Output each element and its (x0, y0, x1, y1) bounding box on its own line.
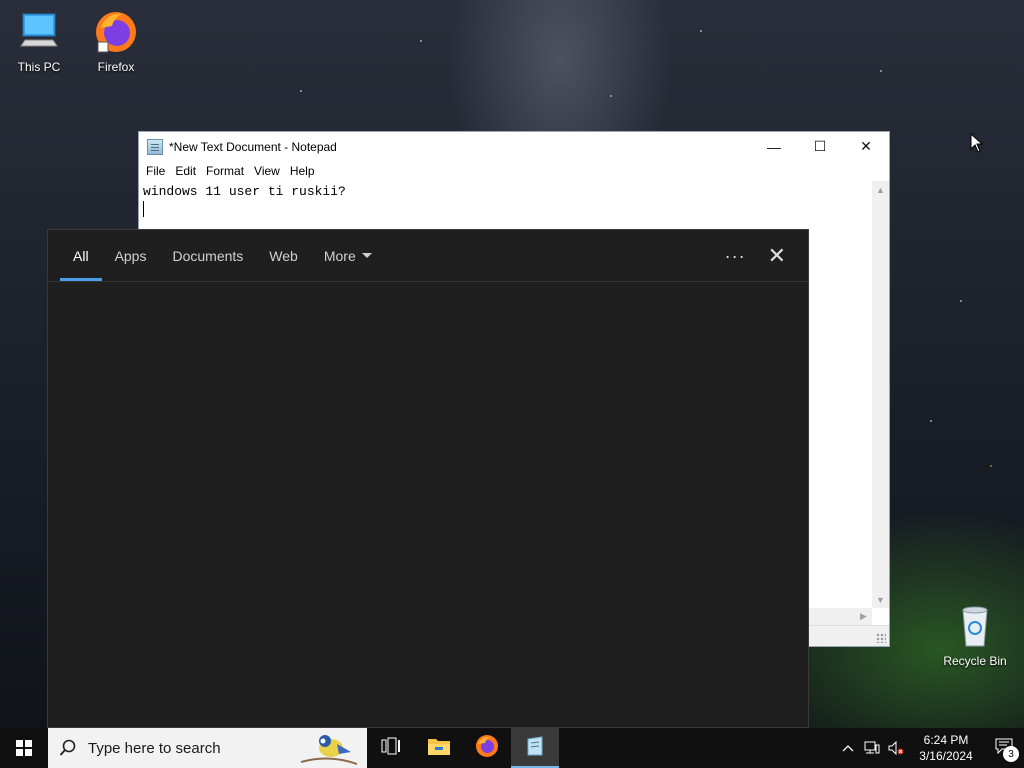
mouse-pointer-icon (970, 132, 984, 158)
notepad-icon (147, 138, 163, 155)
tab-documents[interactable]: Documents (159, 230, 256, 282)
file-explorer-icon (427, 736, 451, 761)
search-panel[interactable]: All Apps Documents Web More ··· ✕ (47, 229, 809, 728)
taskbar-search-box[interactable]: Type here to search (48, 728, 367, 768)
scroll-right-icon[interactable]: ▶ (855, 608, 872, 625)
tab-more-label: More (323, 247, 356, 264)
firefox-icon (92, 8, 140, 56)
scroll-up-icon[interactable]: ▲ (872, 181, 889, 198)
notepad-taskbar-button[interactable] (511, 728, 559, 768)
desktop-icon-this-pc[interactable]: This PC (3, 8, 75, 74)
windows-logo-icon (16, 740, 32, 756)
task-view-button[interactable] (367, 728, 415, 768)
desktop-icon-firefox[interactable]: Firefox (80, 8, 152, 74)
maximize-button[interactable]: ☐ (797, 132, 843, 161)
action-center-button[interactable]: 3 (984, 728, 1024, 768)
menu-view[interactable]: View (249, 164, 285, 178)
tab-more[interactable]: More (311, 230, 385, 282)
volume-muted-icon[interactable] (884, 728, 908, 768)
text-caret (143, 201, 144, 217)
menu-help[interactable]: Help (285, 164, 320, 178)
minimize-button[interactable]: — (751, 132, 797, 161)
recycle-bin-icon (951, 602, 999, 650)
taskbar-clock[interactable]: 6:24 PM 3/16/2024 (908, 732, 984, 764)
menu-edit[interactable]: Edit (170, 164, 201, 178)
taskbar: Type here to search 6:24 PM 3/16/2024 3 (0, 728, 1024, 768)
tab-all[interactable]: All (60, 230, 102, 282)
text-editor[interactable]: windows 11 user ti ruskii? (139, 181, 889, 217)
vertical-scrollbar[interactable]: ▲ ▼ (872, 181, 889, 608)
network-icon[interactable] (860, 728, 884, 768)
desktop-icon-label: This PC (17, 60, 61, 74)
file-explorer-button[interactable] (415, 728, 463, 768)
desktop-icon-recycle-bin[interactable]: Recycle Bin (939, 602, 1011, 668)
desktop-icon-label: Firefox (97, 60, 135, 74)
editor-line: windows 11 user ti ruskii? (143, 184, 346, 199)
search-tabs-bar: All Apps Documents Web More ··· ✕ (48, 230, 808, 282)
computer-icon (15, 8, 63, 56)
chevron-down-icon (361, 253, 372, 258)
notepad-title-bar[interactable]: *New Text Document - Notepad — ☐ ✕ (139, 132, 889, 161)
firefox-icon (475, 734, 499, 763)
search-placeholder: Type here to search (88, 739, 221, 757)
clock-time: 6:24 PM (923, 733, 969, 747)
tab-apps[interactable]: Apps (102, 230, 160, 282)
search-icon (48, 739, 88, 757)
firefox-taskbar-button[interactable] (463, 728, 511, 768)
menu-bar: File Edit Format View Help (139, 161, 889, 181)
close-icon[interactable]: ✕ (768, 243, 786, 269)
desktop-icon-label: Recycle Bin (943, 654, 1007, 668)
chevron-up-icon[interactable] (836, 728, 860, 768)
menu-format[interactable]: Format (201, 164, 249, 178)
menu-file[interactable]: File (141, 164, 170, 178)
start-button[interactable] (0, 728, 48, 768)
close-button[interactable]: ✕ (843, 132, 889, 161)
tab-web[interactable]: Web (256, 230, 311, 282)
task-view-icon (381, 737, 401, 760)
system-tray: 6:24 PM 3/16/2024 3 (836, 728, 1024, 768)
notification-count-badge: 3 (1003, 746, 1019, 762)
search-results-area (48, 282, 808, 728)
notepad-icon (524, 735, 546, 762)
more-options-icon[interactable]: ··· (725, 246, 746, 267)
resize-grip-icon[interactable] (876, 633, 886, 643)
window-title: *New Text Document - Notepad (169, 139, 337, 154)
clock-date: 3/16/2024 (919, 749, 973, 763)
search-highlight-bird-icon (300, 732, 358, 766)
scroll-down-icon[interactable]: ▼ (872, 591, 889, 608)
